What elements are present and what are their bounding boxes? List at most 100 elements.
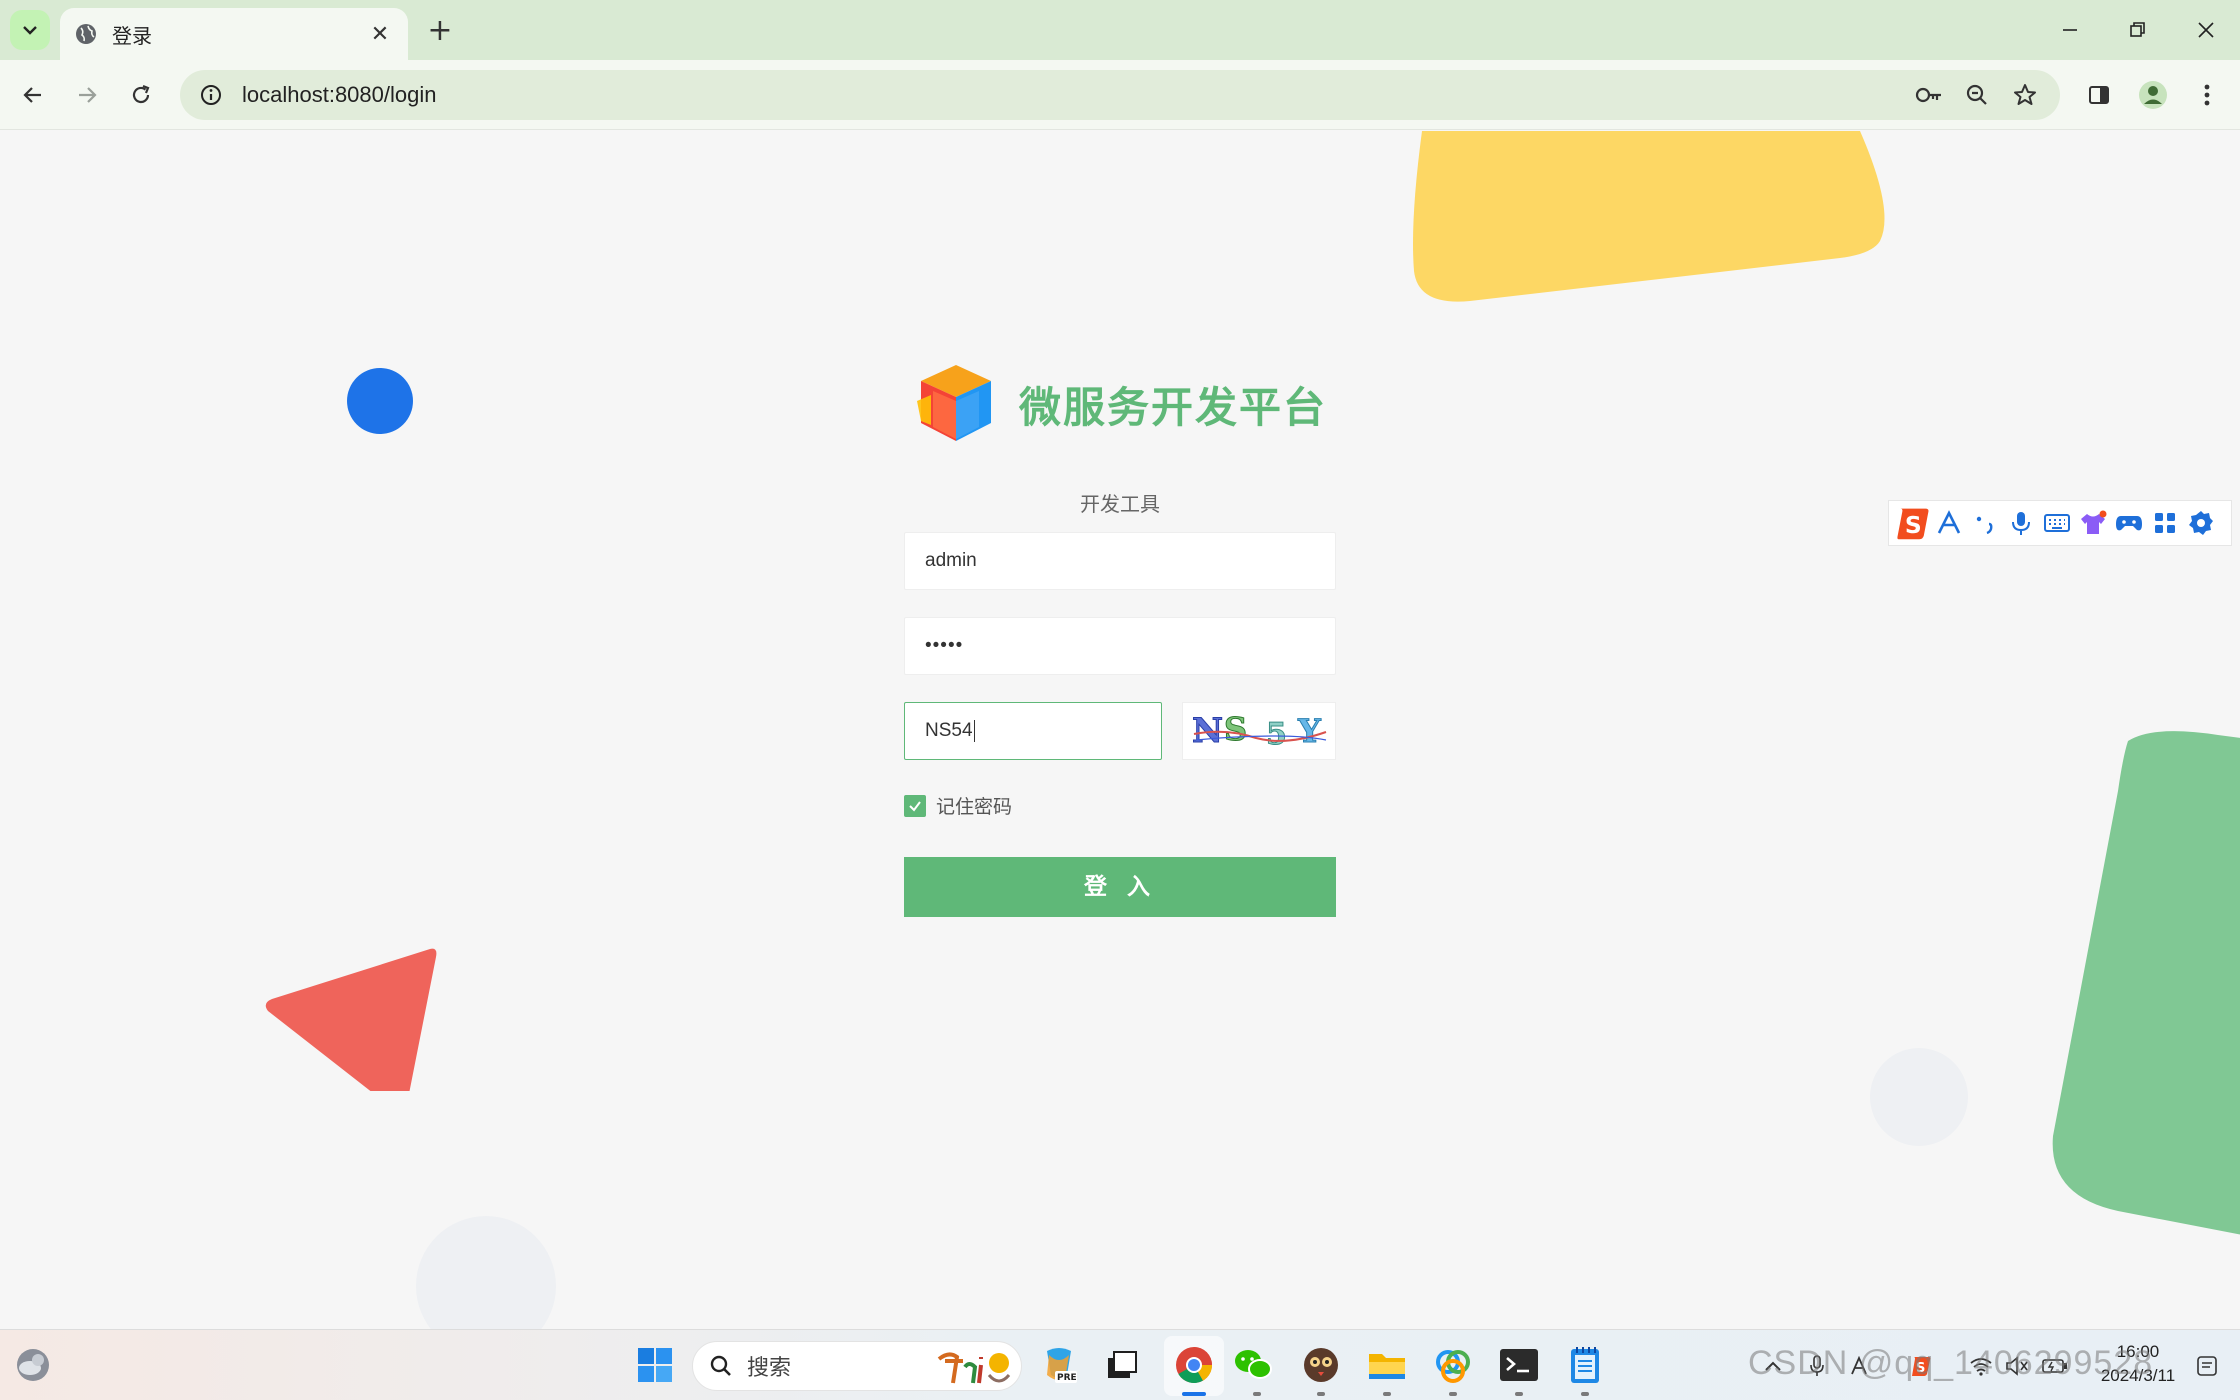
captcha-input-value: NS54 — [925, 720, 973, 741]
apps-grid-icon[interactable] — [2147, 505, 2183, 541]
taskbar-file-explorer[interactable] — [1364, 1342, 1410, 1388]
svg-text:PRE: PRE — [1057, 1373, 1077, 1383]
arrow-left-icon — [23, 87, 41, 103]
zoom-icon[interactable] — [1960, 78, 1994, 112]
password-key-icon[interactable] — [1912, 78, 1946, 112]
folder-icon — [1369, 1354, 1405, 1379]
task-view-icon — [1108, 1351, 1137, 1378]
notepad-icon — [1571, 1347, 1599, 1383]
running-indicator — [1515, 1392, 1523, 1396]
remember-password[interactable]: 记住密码 — [904, 792, 1012, 819]
taskbar-task-view[interactable] — [1098, 1342, 1144, 1388]
skin-shirt-icon[interactable] — [2075, 505, 2111, 541]
bookmark-star-icon[interactable] — [2008, 78, 2042, 112]
captcha-image-icon: N S 5 Y — [1192, 710, 1327, 753]
taskbar-wechat[interactable] — [1230, 1342, 1276, 1388]
taskbar-notepad[interactable] — [1562, 1342, 1608, 1388]
close-window-button[interactable] — [2172, 0, 2240, 60]
wechat-icon — [1235, 1350, 1272, 1379]
taskbar-copilot[interactable]: PRE — [1036, 1342, 1082, 1388]
running-indicator — [1253, 1392, 1261, 1396]
tab-search-button[interactable] — [10, 10, 50, 50]
taskbar-chrome[interactable] — [1171, 1342, 1217, 1388]
captcha-input[interactable]: NS54 — [904, 702, 1162, 760]
running-indicator — [1383, 1392, 1391, 1396]
copilot-pre-icon: PRE — [1047, 1348, 1077, 1383]
restore-button[interactable] — [2104, 0, 2172, 60]
minimize-icon — [2063, 29, 2077, 31]
sogou-logo-icon[interactable]: S — [1895, 505, 1931, 541]
side-panel-button[interactable] — [2078, 74, 2120, 116]
captcha-image[interactable]: N S 5 Y — [1182, 702, 1336, 760]
browser-toolbar: localhost:8080/login — [0, 60, 2240, 130]
settings-gear-icon[interactable] — [2183, 505, 2219, 541]
tab-login[interactable]: 登录 ✕ — [60, 8, 408, 60]
more-vertical-icon — [2204, 84, 2210, 106]
chevron-down-icon — [23, 26, 37, 35]
owl-app-icon — [1304, 1348, 1338, 1382]
browser-menu-button[interactable] — [2186, 74, 2228, 116]
taskbar-search[interactable]: 搜索 — [692, 1341, 1022, 1391]
brand-header: 微服务开发平台 — [904, 354, 1336, 454]
back-button[interactable] — [12, 74, 54, 116]
windows-taskbar: 搜索 PRE S 16:00 2024/3/11 CSDN @qq_140629… — [0, 1329, 2240, 1400]
blue-dot — [347, 368, 413, 434]
red-triangle — [265, 948, 437, 1091]
close-tab-icon[interactable]: ✕ — [366, 22, 394, 47]
faint-circle-right — [1870, 1048, 1968, 1146]
reload-button[interactable] — [120, 74, 162, 116]
taskbar-app-owl[interactable] — [1298, 1342, 1344, 1388]
tab-title: 登录 — [112, 23, 152, 48]
check-icon — [909, 800, 921, 812]
tab-strip: 登录 ✕ + — [0, 0, 2240, 60]
profile-button[interactable] — [2132, 74, 2174, 116]
text-cursor — [973, 719, 975, 742]
microphone-icon[interactable] — [2003, 505, 2039, 541]
side-panel-icon — [2089, 86, 2109, 104]
notification-icon[interactable] — [2190, 1352, 2224, 1380]
ime-punct-icon[interactable] — [1967, 505, 2003, 541]
subtitle: 开发工具 — [1080, 492, 1160, 516]
search-icon — [710, 1355, 731, 1376]
start-button[interactable] — [632, 1342, 678, 1388]
ime-lang-icon[interactable] — [1931, 505, 1967, 541]
brand-title: 微服务开发平台 — [1018, 382, 1327, 432]
terminal-icon — [1500, 1349, 1538, 1381]
url-text: localhost:8080/login — [242, 82, 437, 107]
weather-icon — [17, 1349, 49, 1381]
green-shape — [2052, 731, 2240, 1235]
windows-logo-icon — [638, 1348, 672, 1382]
restore-icon — [2130, 22, 2145, 37]
avatar-icon — [2139, 81, 2167, 109]
remember-checkbox[interactable] — [904, 794, 926, 817]
ime-toolbar: S — [1888, 500, 2232, 546]
minimize-button[interactable] — [2036, 0, 2104, 60]
yellow-shape — [1413, 131, 1885, 302]
login-button[interactable]: 登 入 — [904, 857, 1336, 917]
remember-label: 记住密码 — [936, 796, 1013, 818]
keyboard-icon[interactable] — [2039, 505, 2075, 541]
taskbar-terminal[interactable] — [1496, 1342, 1542, 1388]
close-icon — [2198, 22, 2214, 38]
forward-button[interactable] — [66, 74, 108, 116]
password-input[interactable]: ••••• — [904, 617, 1336, 675]
running-indicator — [1581, 1392, 1589, 1396]
taskbar-app-rings[interactable] — [1430, 1342, 1476, 1388]
new-tab-button[interactable]: + — [422, 12, 458, 48]
csdn-watermark: CSDN @qq_1406299528 — [1748, 1344, 2154, 1382]
search-label: 搜索 — [747, 1356, 792, 1381]
gamepad-icon[interactable] — [2111, 505, 2147, 541]
svg-text:S: S — [1905, 511, 1922, 539]
username-input[interactable]: admin — [904, 532, 1336, 590]
arrow-right-icon — [79, 87, 97, 103]
svg-text:5: 5 — [1266, 717, 1287, 752]
weather-widget[interactable] — [10, 1342, 56, 1388]
address-bar[interactable]: localhost:8080/login — [180, 70, 2060, 120]
globe-icon — [76, 24, 96, 44]
site-info-icon[interactable] — [194, 78, 228, 112]
cube-logo-icon — [916, 365, 991, 441]
active-indicator — [1182, 1392, 1206, 1396]
running-indicator — [1317, 1392, 1325, 1396]
svg-text:S: S — [1224, 710, 1247, 748]
rings-app-icon — [1436, 1350, 1470, 1383]
